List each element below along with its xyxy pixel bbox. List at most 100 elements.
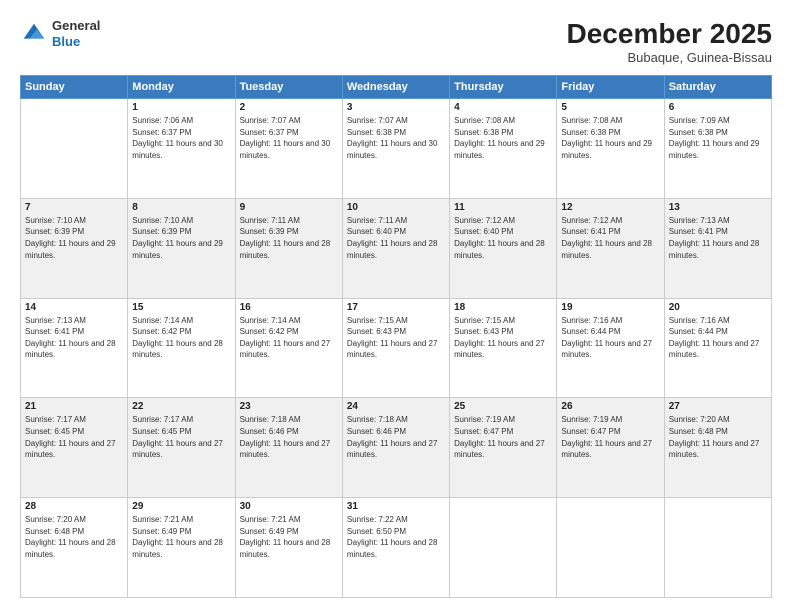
day-info: Sunrise: 7:13 AMSunset: 6:41 PMDaylight:… (25, 315, 123, 361)
day-number: 8 (132, 202, 230, 213)
table-row: 8 Sunrise: 7:10 AMSunset: 6:39 PMDaylight… (128, 198, 235, 298)
day-number: 14 (25, 302, 123, 313)
day-number: 23 (240, 401, 338, 412)
table-row: 23 Sunrise: 7:18 AMSunset: 6:46 PMDayligh… (235, 398, 342, 498)
day-info: Sunrise: 7:10 AMSunset: 6:39 PMDaylight:… (25, 215, 123, 261)
table-row: 1 Sunrise: 7:06 AMSunset: 6:37 PMDaylight… (128, 99, 235, 199)
calendar-week-row: 7 Sunrise: 7:10 AMSunset: 6:39 PMDaylight… (21, 198, 772, 298)
day-number: 27 (669, 401, 767, 412)
calendar-table: Sunday Monday Tuesday Wednesday Thursday… (20, 75, 772, 598)
day-number: 18 (454, 302, 552, 313)
day-info: Sunrise: 7:17 AMSunset: 6:45 PMDaylight:… (132, 414, 230, 460)
table-row: 24Sunrise: 7:18 AMSunset: 6:46 PMDayligh… (342, 398, 449, 498)
table-row: 29 Sunrise: 7:21 AMSunset: 6:49 PMDayligh… (128, 498, 235, 598)
day-info: Sunrise: 7:07 AMSunset: 6:37 PMDaylight:… (240, 115, 338, 161)
logo-icon (20, 20, 48, 48)
calendar-week-row: 1 Sunrise: 7:06 AMSunset: 6:37 PMDaylight… (21, 99, 772, 199)
day-info: Sunrise: 7:21 AMSunset: 6:49 PMDaylight:… (132, 514, 230, 560)
day-number: 17 (347, 302, 445, 313)
day-info: Sunrise: 7:06 AMSunset: 6:37 PMDaylight:… (132, 115, 230, 161)
day-number: 25 (454, 401, 552, 412)
day-info: Sunrise: 7:12 AMSunset: 6:41 PMDaylight:… (561, 215, 659, 261)
day-info: Sunrise: 7:12 AMSunset: 6:40 PMDaylight:… (454, 215, 552, 261)
day-info: Sunrise: 7:11 AMSunset: 6:39 PMDaylight:… (240, 215, 338, 261)
table-row: 26Sunrise: 7:19 AMSunset: 6:47 PMDayligh… (557, 398, 664, 498)
day-info: Sunrise: 7:16 AMSunset: 6:44 PMDaylight:… (669, 315, 767, 361)
table-row: 14 Sunrise: 7:13 AMSunset: 6:41 PMDayligh… (21, 298, 128, 398)
day-info: Sunrise: 7:18 AMSunset: 6:46 PMDaylight:… (240, 414, 338, 460)
day-info: Sunrise: 7:18 AMSunset: 6:46 PMDaylight:… (347, 414, 445, 460)
table-row: 19Sunrise: 7:16 AMSunset: 6:44 PMDayligh… (557, 298, 664, 398)
day-info: Sunrise: 7:10 AMSunset: 6:39 PMDaylight:… (132, 215, 230, 261)
header-thursday: Thursday (450, 76, 557, 99)
day-number: 3 (347, 102, 445, 113)
table-row: 3 Sunrise: 7:07 AMSunset: 6:38 PMDaylight… (342, 99, 449, 199)
day-number: 31 (347, 501, 445, 512)
day-info: Sunrise: 7:07 AMSunset: 6:38 PMDaylight:… (347, 115, 445, 161)
day-info: Sunrise: 7:15 AMSunset: 6:43 PMDaylight:… (347, 315, 445, 361)
header-sunday: Sunday (21, 76, 128, 99)
day-number: 16 (240, 302, 338, 313)
day-info: Sunrise: 7:17 AMSunset: 6:45 PMDaylight:… (25, 414, 123, 460)
day-number: 30 (240, 501, 338, 512)
day-number: 22 (132, 401, 230, 412)
day-number: 28 (25, 501, 123, 512)
header-wednesday: Wednesday (342, 76, 449, 99)
day-number: 29 (132, 501, 230, 512)
logo-general-text: General (52, 18, 100, 34)
day-number: 13 (669, 202, 767, 213)
day-number: 20 (669, 302, 767, 313)
day-number: 9 (240, 202, 338, 213)
table-row: 20 Sunrise: 7:16 AMSunset: 6:44 PMDayligh… (664, 298, 771, 398)
table-row: 17 Sunrise: 7:15 AMSunset: 6:43 PMDayligh… (342, 298, 449, 398)
page-subtitle: Bubaque, Guinea-Bissau (567, 50, 772, 65)
day-info: Sunrise: 7:20 AMSunset: 6:48 PMDaylight:… (669, 414, 767, 460)
page: General Blue December 2025 Bubaque, Guin… (0, 0, 792, 612)
table-row: 15 Sunrise: 7:14 AMSunset: 6:42 PMDayligh… (128, 298, 235, 398)
calendar-header-row: Sunday Monday Tuesday Wednesday Thursday… (21, 76, 772, 99)
day-info: Sunrise: 7:14 AMSunset: 6:42 PMDaylight:… (132, 315, 230, 361)
header-friday: Friday (557, 76, 664, 99)
day-info: Sunrise: 7:14 AMSunset: 6:42 PMDaylight:… (240, 315, 338, 361)
title-block: December 2025 Bubaque, Guinea-Bissau (567, 18, 772, 65)
day-number: 2 (240, 102, 338, 113)
day-number: 15 (132, 302, 230, 313)
day-number: 10 (347, 202, 445, 213)
table-row (450, 498, 557, 598)
table-row: 27 Sunrise: 7:20 AMSunset: 6:48 PMDayligh… (664, 398, 771, 498)
table-row: 28Sunrise: 7:20 AMSunset: 6:48 PMDayligh… (21, 498, 128, 598)
day-number: 4 (454, 102, 552, 113)
day-info: Sunrise: 7:08 AMSunset: 6:38 PMDaylight:… (454, 115, 552, 161)
day-info: Sunrise: 7:21 AMSunset: 6:49 PMDaylight:… (240, 514, 338, 560)
table-row: 18Sunrise: 7:15 AMSunset: 6:43 PMDayligh… (450, 298, 557, 398)
day-number: 11 (454, 202, 552, 213)
header-tuesday: Tuesday (235, 76, 342, 99)
table-row: 10Sunrise: 7:11 AMSunset: 6:40 PMDayligh… (342, 198, 449, 298)
day-info: Sunrise: 7:09 AMSunset: 6:38 PMDaylight:… (669, 115, 767, 161)
table-row: 5 Sunrise: 7:08 AMSunset: 6:38 PMDaylight… (557, 99, 664, 199)
header-saturday: Saturday (664, 76, 771, 99)
day-info: Sunrise: 7:16 AMSunset: 6:44 PMDaylight:… (561, 315, 659, 361)
table-row: 4 Sunrise: 7:08 AMSunset: 6:38 PMDaylight… (450, 99, 557, 199)
table-row: 22 Sunrise: 7:17 AMSunset: 6:45 PMDayligh… (128, 398, 235, 498)
table-row: 30 Sunrise: 7:21 AMSunset: 6:49 PMDayligh… (235, 498, 342, 598)
header: General Blue December 2025 Bubaque, Guin… (20, 18, 772, 65)
day-number: 1 (132, 102, 230, 113)
day-number: 5 (561, 102, 659, 113)
day-info: Sunrise: 7:13 AMSunset: 6:41 PMDaylight:… (669, 215, 767, 261)
table-row: 9 Sunrise: 7:11 AMSunset: 6:39 PMDaylight… (235, 198, 342, 298)
header-monday: Monday (128, 76, 235, 99)
calendar-week-row: 14 Sunrise: 7:13 AMSunset: 6:41 PMDayligh… (21, 298, 772, 398)
table-row: 6Sunrise: 7:09 AMSunset: 6:38 PMDaylight… (664, 99, 771, 199)
table-row: 2 Sunrise: 7:07 AMSunset: 6:37 PMDaylight… (235, 99, 342, 199)
day-info: Sunrise: 7:19 AMSunset: 6:47 PMDaylight:… (454, 414, 552, 460)
day-number: 7 (25, 202, 123, 213)
logo-blue-text: Blue (52, 34, 100, 50)
table-row (557, 498, 664, 598)
table-row: 21 Sunrise: 7:17 AMSunset: 6:45 PMDayligh… (21, 398, 128, 498)
table-row: 25 Sunrise: 7:19 AMSunset: 6:47 PMDayligh… (450, 398, 557, 498)
day-info: Sunrise: 7:19 AMSunset: 6:47 PMDaylight:… (561, 414, 659, 460)
day-number: 21 (25, 401, 123, 412)
table-row: 12Sunrise: 7:12 AMSunset: 6:41 PMDayligh… (557, 198, 664, 298)
day-info: Sunrise: 7:08 AMSunset: 6:38 PMDaylight:… (561, 115, 659, 161)
